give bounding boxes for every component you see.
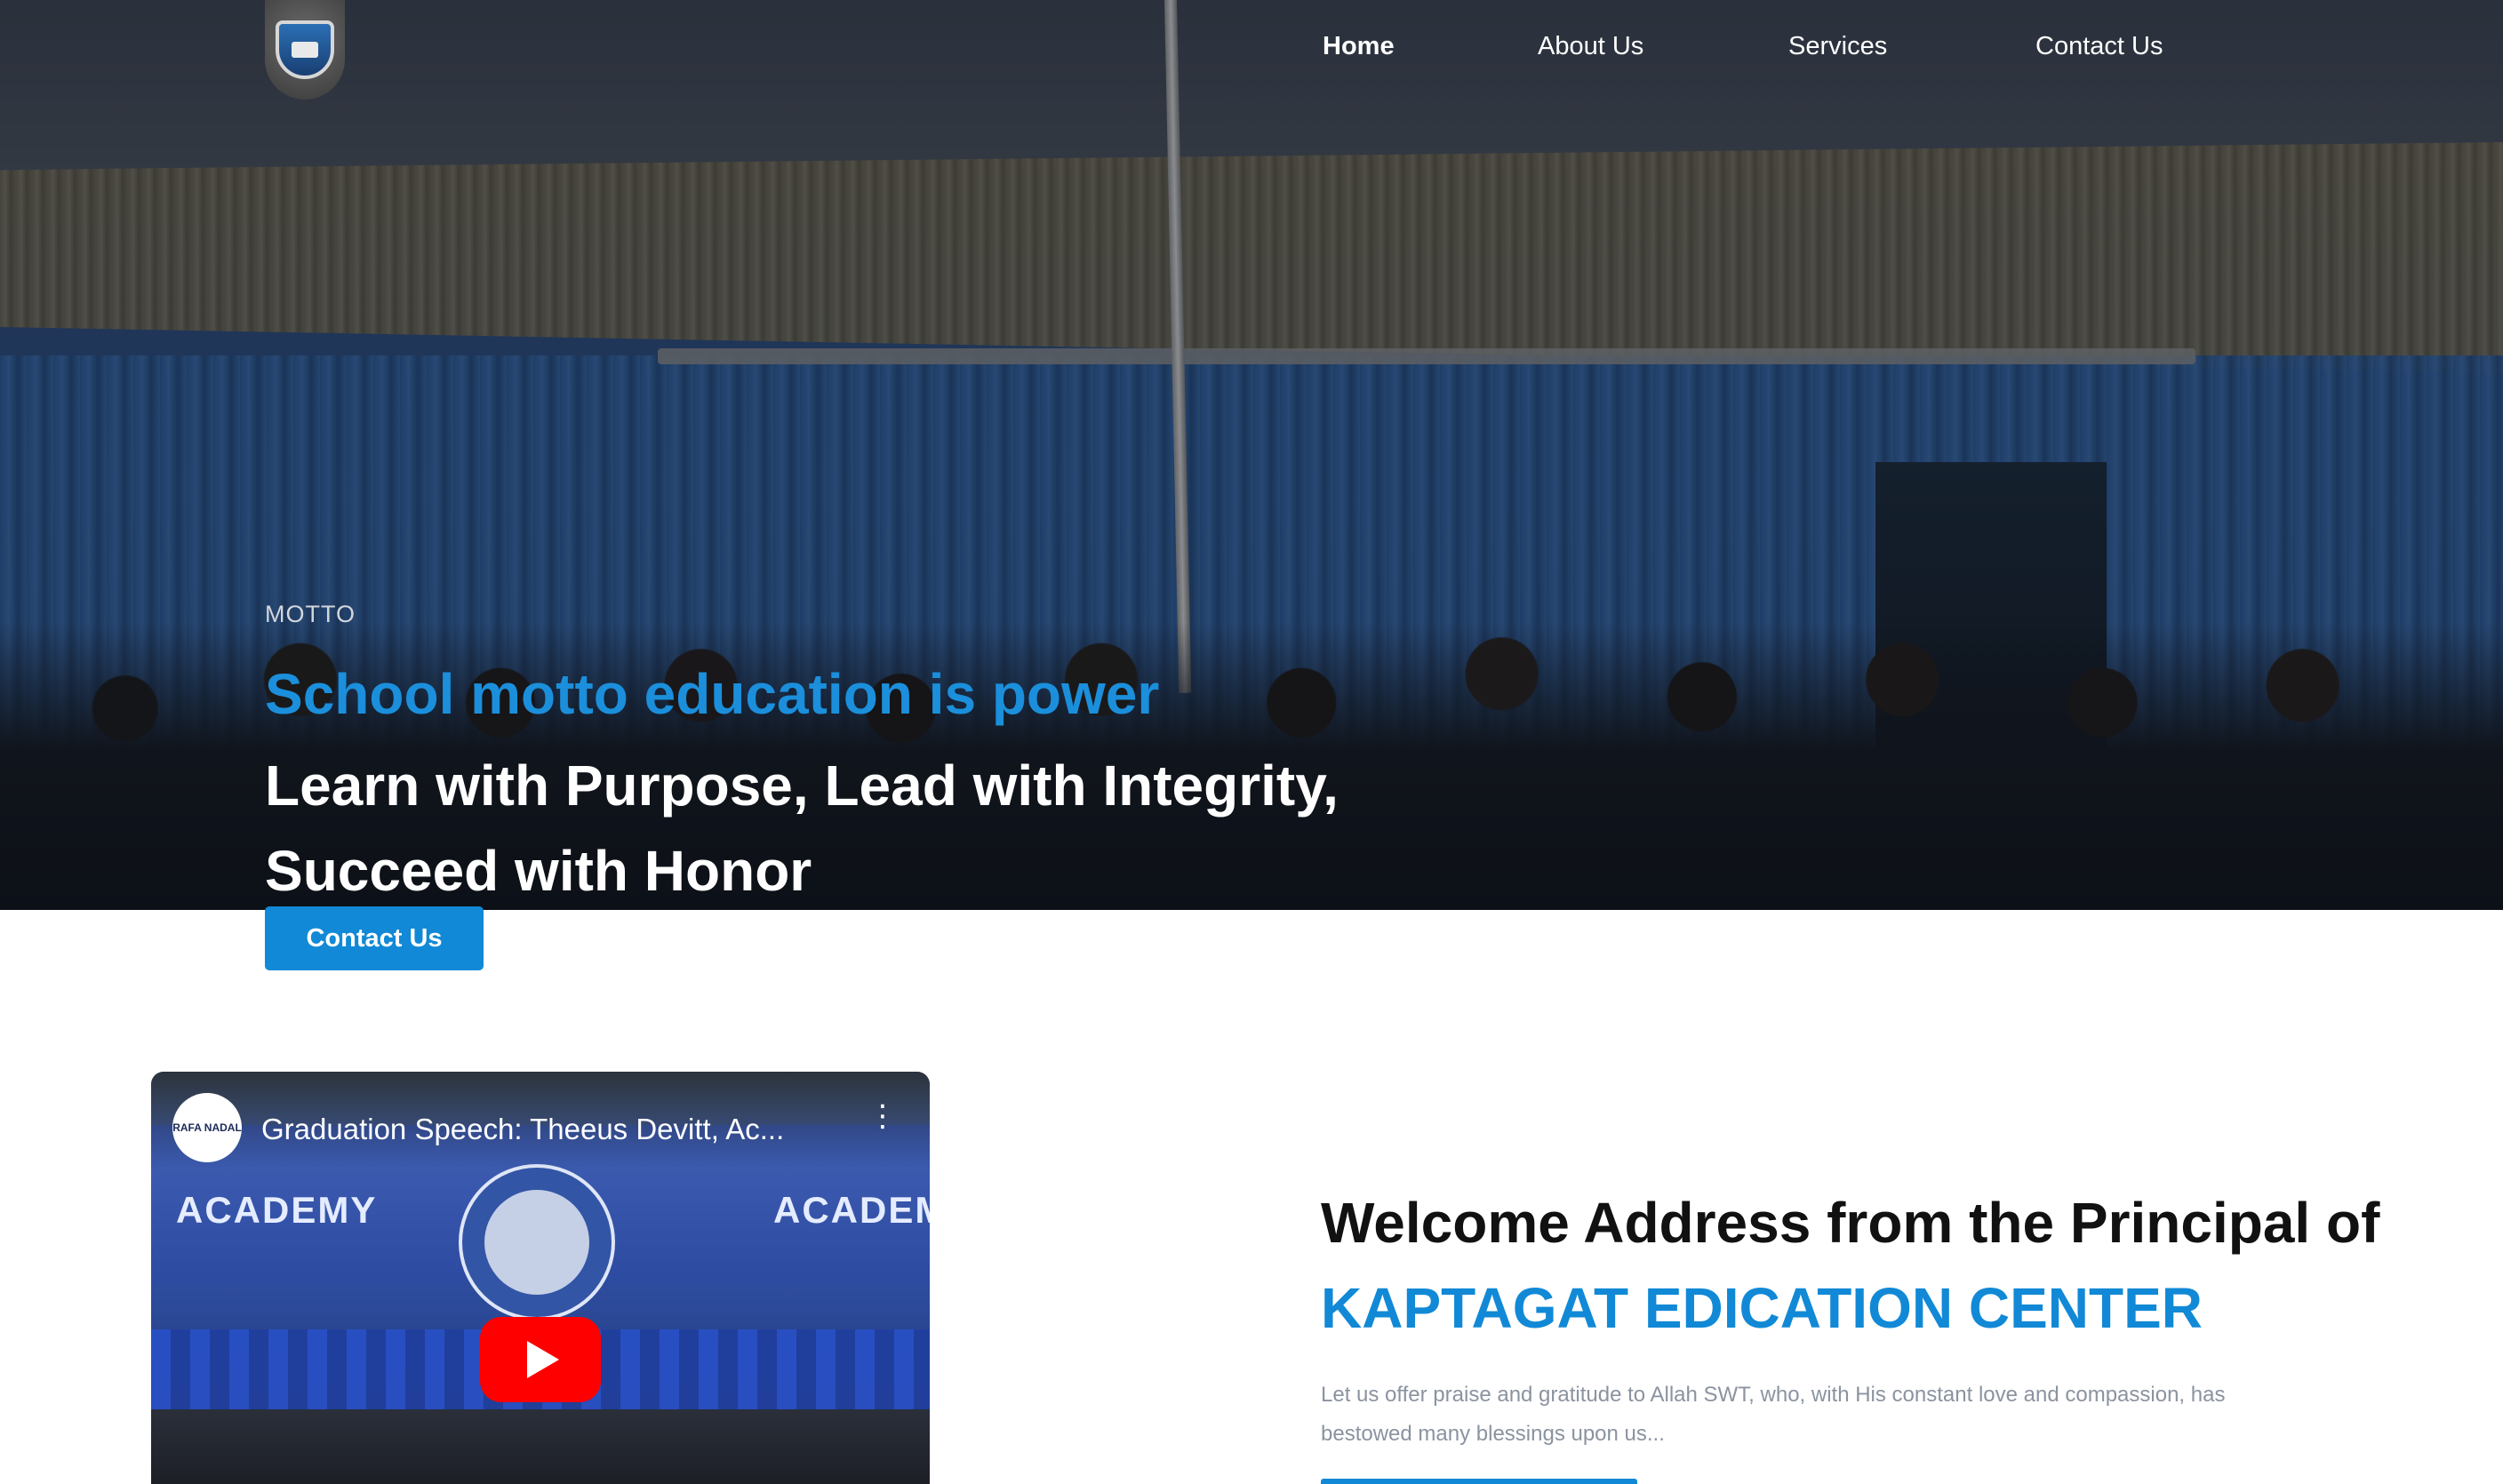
channel-avatar[interactable]: RAFA NADAL	[172, 1093, 242, 1162]
video-player[interactable]: ACADEMY ACADEM RAFA NADAL Graduation Spe…	[151, 1072, 930, 1484]
video-banner-text-right: ACADEM	[773, 1189, 930, 1231]
welcome-body: Let us offer praise and gratitude to All…	[1321, 1383, 2226, 1446]
video-title[interactable]: Graduation Speech: Theeus Devitt, Ac...	[261, 1113, 784, 1146]
welcome-title-prefix: Welcome Address from the Principal of	[1321, 1191, 2380, 1255]
more-options-icon[interactable]: ⋮	[868, 1101, 898, 1143]
nav-services[interactable]: Services	[1788, 32, 1887, 61]
nav-contact-us[interactable]: Contact Us	[2035, 32, 2163, 61]
welcome-title: Welcome Address from the Principal of KA…	[1321, 1180, 2423, 1351]
school-logo[interactable]	[265, 0, 345, 100]
motto-tagline: Learn with Purpose, Lead with Integrity,…	[265, 754, 1339, 903]
video-banner-text-left: ACADEMY	[176, 1189, 378, 1231]
nav-about-us[interactable]: About Us	[1538, 32, 1643, 61]
play-button[interactable]	[480, 1317, 601, 1402]
school-seal-icon	[459, 1164, 615, 1320]
nav-home[interactable]: Home	[1323, 32, 1395, 61]
contact-us-button[interactable]: Contact Us	[265, 906, 484, 970]
motto-heading: School motto education is power	[265, 662, 1160, 726]
school-name: KAPTAGAT EDICATION CENTER	[1321, 1276, 2203, 1340]
motto-label: MOTTO	[265, 601, 356, 627]
crest-icon	[276, 20, 334, 79]
video-audience	[151, 1409, 930, 1484]
read-more-button[interactable]	[1321, 1479, 1637, 1484]
play-icon	[527, 1341, 559, 1378]
